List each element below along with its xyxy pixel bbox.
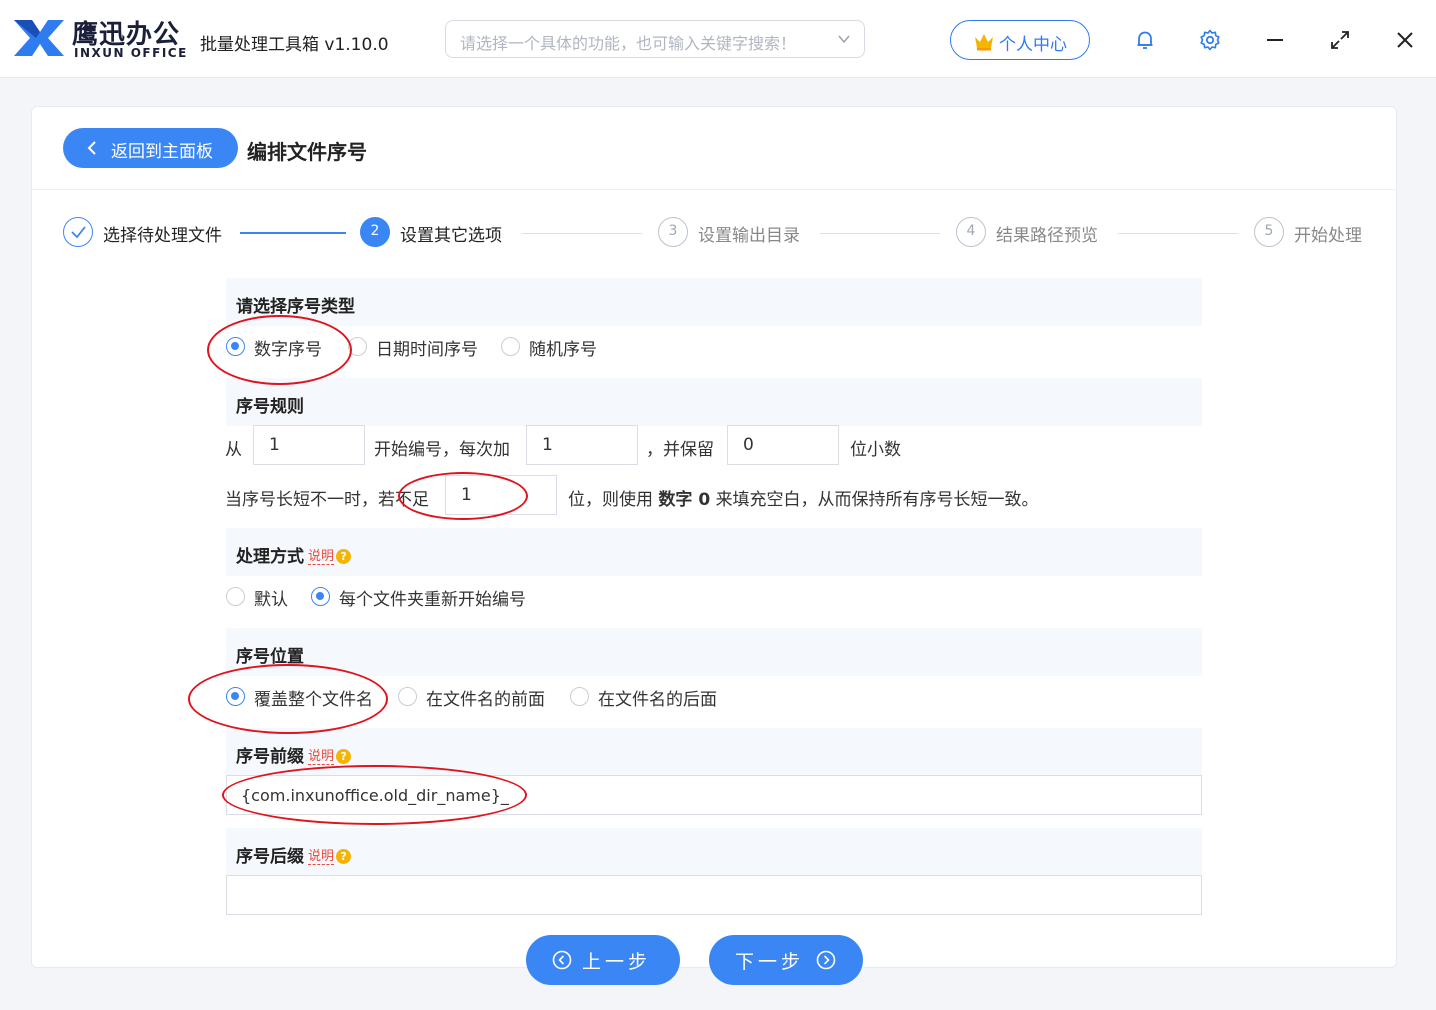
suffix-header: 序号后缀 说明? — [226, 828, 1202, 876]
step-value: 1 — [542, 435, 553, 455]
radio-dot[interactable] — [348, 337, 367, 356]
main-panel: 返回到主面板 编排文件序号 选择待处理文件 2 设置其它选项 3 设置输出目录 … — [31, 106, 1397, 968]
prefix-input[interactable]: {com.inxunoffice.old_dir_name}_ — [226, 775, 1202, 815]
crown-icon — [975, 34, 993, 51]
prefix-title-text: 序号前缀 — [236, 747, 304, 767]
logo-subtext: INXUN OFFICE — [74, 46, 188, 60]
step-label: 选择待处理文件 — [103, 226, 222, 246]
suffix-title-text: 序号后缀 — [236, 847, 304, 867]
step-connector — [240, 232, 346, 234]
radio-dot[interactable] — [398, 687, 417, 706]
pad-end-text: 来填充空白，从而保持所有序号长短一致。 — [715, 490, 1039, 510]
start-value-input[interactable]: 1 — [253, 425, 365, 465]
step-connector — [522, 233, 642, 234]
radio-dot[interactable] — [570, 687, 589, 706]
back-to-main-button[interactable]: 返回到主面板 — [63, 128, 238, 168]
seq-type-title: 请选择序号类型 — [236, 297, 355, 317]
chevron-left-icon — [87, 141, 96, 155]
mode-title: 处理方式 说明? — [236, 542, 352, 567]
suffix-input[interactable] — [226, 875, 1202, 915]
step-label: 设置其它选项 — [400, 226, 502, 246]
radio-dot[interactable] — [226, 587, 245, 606]
app-title: 批量处理工具箱 v1.10.0 — [200, 35, 389, 55]
decimals-value: 0 — [743, 435, 754, 455]
suffix-title: 序号后缀 说明? — [236, 842, 352, 867]
step-value-input[interactable]: 1 — [526, 425, 638, 465]
step-check-icon — [63, 217, 93, 247]
minimize-icon[interactable] — [1263, 28, 1287, 52]
step-number: 4 — [956, 217, 986, 247]
help-question-icon[interactable]: ? — [336, 749, 352, 764]
pad-length-input[interactable]: 1 — [445, 475, 557, 515]
title-bar: 鹰迅办公 INXUN OFFICE 批量处理工具箱 v1.10.0 请选择一个具… — [0, 0, 1436, 78]
rule-header: 序号规则 — [226, 378, 1202, 426]
pad-length-value: 1 — [461, 485, 472, 505]
pad-mid-text: 位，则使用 — [568, 490, 653, 510]
mode-header: 处理方式 说明? — [226, 528, 1202, 576]
close-icon[interactable] — [1393, 28, 1417, 52]
back-button-label: 返回到主面板 — [111, 142, 213, 162]
help-question-icon[interactable]: ? — [336, 849, 352, 864]
radio-label: 随机序号 — [529, 340, 597, 360]
user-center-label: 个人中心 — [999, 35, 1067, 55]
radio-label: 每个文件夹重新开始编号 — [339, 590, 526, 610]
help-question-icon[interactable]: ? — [336, 549, 352, 564]
rule-decimals-label: 位小数 — [850, 440, 901, 460]
circle-chevron-left-icon — [552, 950, 572, 970]
search-input[interactable]: 请选择一个具体的功能，也可输入关键字搜索！ — [445, 20, 865, 58]
mode-title-text: 处理方式 — [236, 547, 304, 567]
prefix-title: 序号前缀 说明? — [236, 742, 352, 767]
radio-label: 日期时间序号 — [376, 340, 478, 360]
user-center-button[interactable]: 个人中心 — [950, 20, 1090, 60]
decimals-input[interactable]: 0 — [727, 425, 839, 465]
step-label: 结果路径预览 — [996, 226, 1098, 246]
mode-help-link[interactable]: 说明 — [308, 545, 335, 565]
step-number: 3 — [658, 217, 688, 247]
radio-dot[interactable] — [226, 687, 245, 706]
pad-suffix-label: 位，则使用 数字 0 来填充空白，从而保持所有序号长短一致。 — [568, 485, 1039, 510]
position-title: 序号位置 — [236, 647, 304, 667]
bell-icon[interactable] — [1133, 28, 1157, 52]
step-number: 2 — [360, 217, 390, 247]
radio-dot[interactable] — [501, 337, 520, 356]
search-placeholder: 请选择一个具体的功能，也可输入关键字搜索！ — [460, 34, 797, 53]
inxun-logo-icon — [14, 20, 64, 56]
rule-keep-label: ，并保留 — [646, 440, 714, 460]
radio-label: 数字序号 — [254, 340, 322, 360]
prefix-value: {com.inxunoffice.old_dir_name}_ — [241, 786, 509, 805]
step-connector — [1118, 233, 1238, 234]
gear-icon[interactable] — [1198, 28, 1222, 52]
prev-step-button[interactable]: 上一步 — [526, 935, 680, 985]
radio-dot[interactable] — [311, 587, 330, 606]
suffix-help-link[interactable]: 说明 — [308, 845, 335, 865]
circle-chevron-right-icon — [816, 950, 836, 970]
seq-type-header: 请选择序号类型 — [226, 278, 1202, 326]
position-header: 序号位置 — [226, 628, 1202, 676]
rule-title: 序号规则 — [236, 397, 304, 417]
step-label: 设置输出目录 — [698, 226, 800, 246]
step-number: 5 — [1254, 217, 1284, 247]
page-title: 编排文件序号 — [247, 140, 367, 164]
prefix-help-link[interactable]: 说明 — [308, 745, 335, 765]
next-step-label: 下一步 — [735, 951, 805, 973]
chevron-down-icon[interactable] — [836, 31, 852, 47]
header-divider — [32, 189, 1396, 190]
step-label: 开始处理 — [1294, 226, 1362, 246]
start-value: 1 — [269, 435, 280, 455]
maximize-icon[interactable] — [1328, 28, 1352, 52]
pad-prefix-label: 当序号长短不一时，若不足 — [225, 490, 429, 510]
prev-step-label: 上一步 — [582, 951, 652, 973]
radio-dot[interactable] — [226, 337, 245, 356]
radio-label: 覆盖整个文件名 — [254, 690, 373, 710]
radio-label: 默认 — [254, 590, 288, 610]
prefix-header: 序号前缀 说明? — [226, 728, 1202, 776]
rule-start-label: 开始编号，每次加 — [374, 440, 510, 460]
rule-from-label: 从 — [225, 440, 242, 460]
radio-label: 在文件名的前面 — [426, 690, 545, 710]
next-step-button[interactable]: 下一步 — [709, 935, 863, 985]
radio-label: 在文件名的后面 — [598, 690, 717, 710]
step-connector — [820, 233, 940, 234]
pad-bold-text: 数字 0 — [658, 490, 711, 510]
